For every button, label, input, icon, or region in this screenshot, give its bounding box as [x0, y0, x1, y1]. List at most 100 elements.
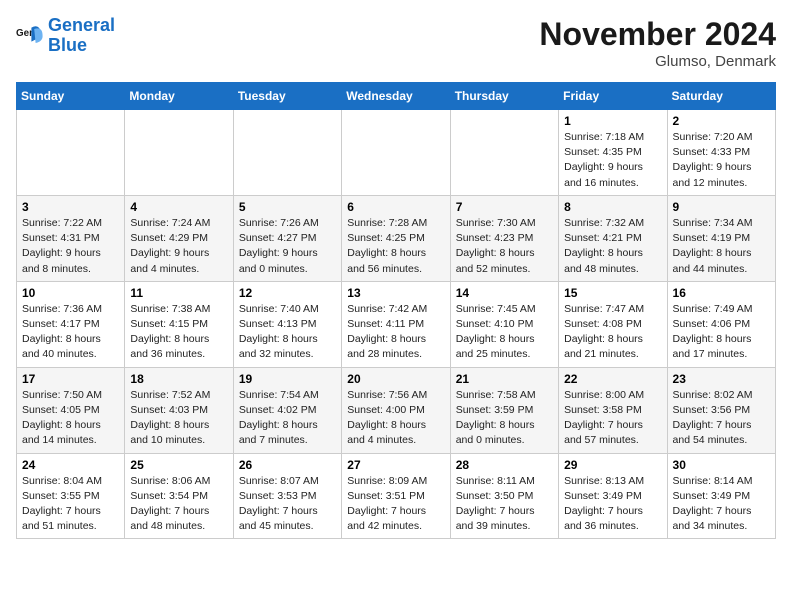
day-info: Sunrise: 8:09 AM Sunset: 3:51 PM Dayligh…: [347, 474, 444, 535]
calendar-cell: 16 Sunrise: 7:49 AM Sunset: 4:06 PM Dayli…: [667, 281, 775, 367]
day-number: 4: [130, 200, 227, 214]
day-number: 14: [456, 286, 553, 300]
day-info: Sunrise: 7:34 AM Sunset: 4:19 PM Dayligh…: [673, 216, 770, 277]
day-info: Sunrise: 8:02 AM Sunset: 3:56 PM Dayligh…: [673, 388, 770, 449]
day-number: 22: [564, 372, 661, 386]
day-info: Sunrise: 8:07 AM Sunset: 3:53 PM Dayligh…: [239, 474, 336, 535]
header: Gen General Blue November 2024 Glumso, D…: [16, 16, 776, 70]
day-number: 29: [564, 458, 661, 472]
day-info: Sunrise: 8:06 AM Sunset: 3:54 PM Dayligh…: [130, 474, 227, 535]
day-info: Sunrise: 7:50 AM Sunset: 4:05 PM Dayligh…: [22, 388, 119, 449]
calendar-cell: 5Sunrise: 7:26 AM Sunset: 4:27 PM Daylig…: [233, 195, 341, 281]
column-header-tuesday: Tuesday: [233, 83, 341, 110]
day-info: Sunrise: 8:00 AM Sunset: 3:58 PM Dayligh…: [564, 388, 661, 449]
calendar-cell: 28Sunrise: 8:11 AM Sunset: 3:50 PM Dayli…: [450, 453, 558, 539]
day-info: Sunrise: 7:49 AM Sunset: 4:06 PM Dayligh…: [673, 302, 770, 363]
day-info: Sunrise: 7:45 AM Sunset: 4:10 PM Dayligh…: [456, 302, 553, 363]
calendar-cell: 12 Sunrise: 7:40 AM Sunset: 4:13 PM Dayli…: [233, 281, 341, 367]
calendar-cell: 20Sunrise: 7:56 AM Sunset: 4:00 PM Dayli…: [342, 367, 450, 453]
day-number: 1: [564, 114, 661, 128]
calendar-cell: 8Sunrise: 7:32 AM Sunset: 4:21 PM Daylig…: [559, 195, 667, 281]
day-info: Sunrise: 7:32 AM Sunset: 4:21 PM Dayligh…: [564, 216, 661, 277]
day-info: Sunrise: 8:04 AM Sunset: 3:55 PM Dayligh…: [22, 474, 119, 535]
day-number: 3: [22, 200, 119, 214]
day-number: 27: [347, 458, 444, 472]
column-header-wednesday: Wednesday: [342, 83, 450, 110]
calendar-cell: 25 Sunrise: 8:06 AM Sunset: 3:54 PM Dayli…: [125, 453, 233, 539]
logo: Gen General Blue: [16, 16, 115, 56]
day-number: 19: [239, 372, 336, 386]
calendar-cell: 13 Sunrise: 7:42 AM Sunset: 4:11 PM Dayli…: [342, 281, 450, 367]
column-header-sunday: Sunday: [17, 83, 125, 110]
calendar-cell: 11 Sunrise: 7:38 AM Sunset: 4:15 PM Dayli…: [125, 281, 233, 367]
calendar-cell: 10 Sunrise: 7:36 AM Sunset: 4:17 PM Dayli…: [17, 281, 125, 367]
calendar: SundayMondayTuesdayWednesdayThursdayFrid…: [16, 82, 776, 539]
day-number: 2: [673, 114, 770, 128]
day-info: Sunrise: 7:38 AM Sunset: 4:15 PM Dayligh…: [130, 302, 227, 363]
calendar-cell: 26 Sunrise: 8:07 AM Sunset: 3:53 PM Dayli…: [233, 453, 341, 539]
calendar-cell: 6Sunrise: 7:28 AM Sunset: 4:25 PM Daylig…: [342, 195, 450, 281]
day-info: Sunrise: 7:26 AM Sunset: 4:27 PM Dayligh…: [239, 216, 336, 277]
day-info: Sunrise: 7:58 AM Sunset: 3:59 PM Dayligh…: [456, 388, 553, 449]
calendar-cell: 29Sunrise: 8:13 AM Sunset: 3:49 PM Dayli…: [559, 453, 667, 539]
calendar-cell: [450, 110, 558, 196]
month-title: November 2024: [539, 16, 776, 53]
calendar-cell: 2 Sunrise: 7:20 AM Sunset: 4:33 PM Daylig…: [667, 110, 775, 196]
day-number: 13: [347, 286, 444, 300]
day-number: 10: [22, 286, 119, 300]
day-info: Sunrise: 8:14 AM Sunset: 3:49 PM Dayligh…: [673, 474, 770, 535]
calendar-cell: 17 Sunrise: 7:50 AM Sunset: 4:05 PM Dayli…: [17, 367, 125, 453]
calendar-cell: [17, 110, 125, 196]
day-info: Sunrise: 7:54 AM Sunset: 4:02 PM Dayligh…: [239, 388, 336, 449]
day-number: 26: [239, 458, 336, 472]
calendar-cell: 27 Sunrise: 8:09 AM Sunset: 3:51 PM Dayli…: [342, 453, 450, 539]
day-info: Sunrise: 7:47 AM Sunset: 4:08 PM Dayligh…: [564, 302, 661, 363]
day-info: Sunrise: 7:28 AM Sunset: 4:25 PM Dayligh…: [347, 216, 444, 277]
day-info: Sunrise: 7:20 AM Sunset: 4:33 PM Dayligh…: [673, 130, 770, 191]
calendar-cell: 14 Sunrise: 7:45 AM Sunset: 4:10 PM Dayli…: [450, 281, 558, 367]
calendar-cell: 21Sunrise: 7:58 AM Sunset: 3:59 PM Dayli…: [450, 367, 558, 453]
day-number: 12: [239, 286, 336, 300]
day-number: 25: [130, 458, 227, 472]
day-info: Sunrise: 7:30 AM Sunset: 4:23 PM Dayligh…: [456, 216, 553, 277]
day-number: 24: [22, 458, 119, 472]
day-number: 18: [130, 372, 227, 386]
day-info: Sunrise: 7:42 AM Sunset: 4:11 PM Dayligh…: [347, 302, 444, 363]
calendar-cell: 15 Sunrise: 7:47 AM Sunset: 4:08 PM Dayli…: [559, 281, 667, 367]
day-number: 30: [673, 458, 770, 472]
day-info: Sunrise: 7:40 AM Sunset: 4:13 PM Dayligh…: [239, 302, 336, 363]
title-area: November 2024 Glumso, Denmark: [539, 16, 776, 70]
location: Glumso, Denmark: [539, 53, 776, 70]
day-number: 11: [130, 286, 227, 300]
day-number: 23: [673, 372, 770, 386]
calendar-cell: 1 Sunrise: 7:18 AM Sunset: 4:35 PM Daylig…: [559, 110, 667, 196]
calendar-cell: 4 Sunrise: 7:24 AM Sunset: 4:29 PM Daylig…: [125, 195, 233, 281]
calendar-week-1: 1 Sunrise: 7:18 AM Sunset: 4:35 PM Daylig…: [17, 110, 776, 196]
calendar-cell: 7 Sunrise: 7:30 AM Sunset: 4:23 PM Daylig…: [450, 195, 558, 281]
day-info: Sunrise: 8:11 AM Sunset: 3:50 PM Dayligh…: [456, 474, 553, 535]
day-number: 16: [673, 286, 770, 300]
calendar-week-5: 24 Sunrise: 8:04 AM Sunset: 3:55 PM Dayli…: [17, 453, 776, 539]
calendar-cell: 30 Sunrise: 8:14 AM Sunset: 3:49 PM Dayli…: [667, 453, 775, 539]
day-number: 17: [22, 372, 119, 386]
calendar-week-2: 3 Sunrise: 7:22 AM Sunset: 4:31 PM Daylig…: [17, 195, 776, 281]
calendar-cell: [125, 110, 233, 196]
calendar-header-row: SundayMondayTuesdayWednesdayThursdayFrid…: [17, 83, 776, 110]
day-info: Sunrise: 7:24 AM Sunset: 4:29 PM Dayligh…: [130, 216, 227, 277]
calendar-week-3: 10 Sunrise: 7:36 AM Sunset: 4:17 PM Dayli…: [17, 281, 776, 367]
day-number: 7: [456, 200, 553, 214]
calendar-cell: 24 Sunrise: 8:04 AM Sunset: 3:55 PM Dayli…: [17, 453, 125, 539]
day-info: Sunrise: 7:22 AM Sunset: 4:31 PM Dayligh…: [22, 216, 119, 277]
calendar-cell: 18Sunrise: 7:52 AM Sunset: 4:03 PM Dayli…: [125, 367, 233, 453]
day-number: 9: [673, 200, 770, 214]
calendar-cell: 9 Sunrise: 7:34 AM Sunset: 4:19 PM Daylig…: [667, 195, 775, 281]
day-info: Sunrise: 7:56 AM Sunset: 4:00 PM Dayligh…: [347, 388, 444, 449]
column-header-thursday: Thursday: [450, 83, 558, 110]
day-info: Sunrise: 7:18 AM Sunset: 4:35 PM Dayligh…: [564, 130, 661, 191]
logo-text: General Blue: [48, 16, 115, 56]
calendar-cell: 3 Sunrise: 7:22 AM Sunset: 4:31 PM Daylig…: [17, 195, 125, 281]
calendar-cell: 22 Sunrise: 8:00 AM Sunset: 3:58 PM Dayli…: [559, 367, 667, 453]
day-info: Sunrise: 7:36 AM Sunset: 4:17 PM Dayligh…: [22, 302, 119, 363]
day-number: 15: [564, 286, 661, 300]
calendar-cell: [233, 110, 341, 196]
